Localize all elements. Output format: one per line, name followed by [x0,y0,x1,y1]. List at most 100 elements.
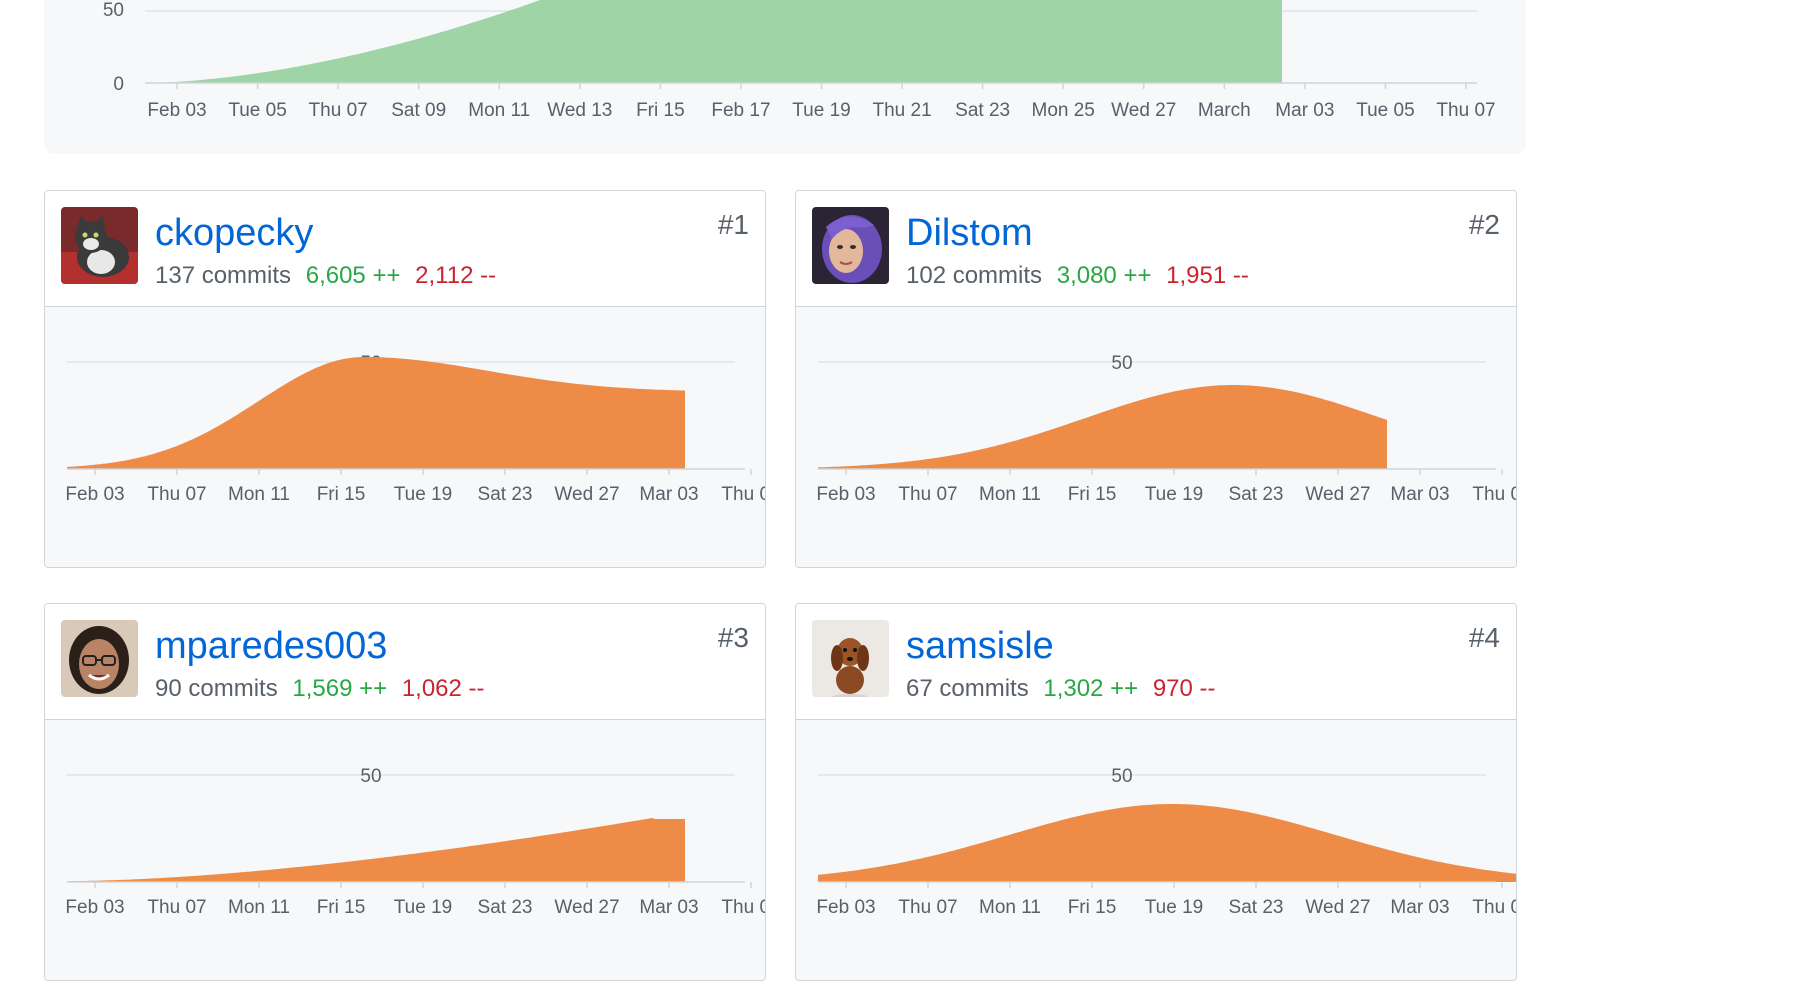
additions-count: 1,569 ++ [292,675,388,702]
additions-count: 6,605 ++ [305,262,401,289]
x-tick-label: Tue 19 [1145,897,1203,918]
overview-area [145,0,1282,83]
x-tick-label: Thu 07 [721,484,766,505]
contributor-chart-svg: 50Feb 03Thu 07Mon 11Fri 15Tue 19Sat 23We… [816,353,1517,505]
x-tick-label: Mon 11 [228,897,290,918]
x-tick-label: Mar 03 [1275,100,1334,121]
contributor-rank: #3 [717,622,749,653]
y-tick-label: 0 [113,74,124,95]
commit-count[interactable]: 67 commits [906,675,1029,702]
commits-overview-chart: 50 0 Feb 03 Tue 05 Thu 07 Sat 09 Mon 11 Wed 13 F… [44,0,1526,154]
contributor-username-link[interactable]: mparedes003 [155,624,387,668]
x-tick-label: Feb 03 [65,897,124,918]
contributor-area [67,357,685,469]
x-tick-label: Fri 15 [317,897,366,918]
x-tick-label: Feb 03 [65,484,124,505]
contributor-rank: #2 [1468,209,1500,240]
contributor-card-header: ckopecky 137 commits 6,605 ++ 2,112 -- #… [45,191,765,307]
x-tick-label: Mon 11 [468,100,530,121]
y-tick-label: 50 [360,766,381,787]
x-tick-label: Mar 03 [639,897,698,918]
x-tick-label: Sat 23 [1229,484,1284,505]
x-tick-label: Sat 23 [1229,897,1284,918]
x-tick-label: Mar 03 [639,484,698,505]
contributor-username-link[interactable]: samsisle [906,624,1054,668]
x-tick-label: Wed 27 [554,484,619,505]
contributor-commit-chart: 50 Feb 03 Thu 07 Mon 11 Fri 15 Tue 19 Sat 23 We… [45,720,765,980]
contributor-card: ckopecky 137 commits 6,605 ++ 2,112 -- #… [44,190,766,568]
y-tick-label: 50 [1111,766,1132,787]
contributor-chart-svg: 50 Feb 03 Thu 07 Mon 11 Fri 15 Tue 19 Sat 23 We… [65,766,766,918]
x-tick-label: Tue 19 [394,897,452,918]
y-tick-label: 50 [1111,353,1132,374]
x-tick-label: Feb 03 [147,100,206,121]
x-tick-label: Sat 23 [478,897,533,918]
x-tick-label: Wed 27 [1305,484,1370,505]
commit-count[interactable]: 137 commits [155,262,291,289]
x-tick-label: Thu 07 [898,484,957,505]
contributor-stats: 102 commits 3,080 ++ 1,951 -- [906,261,1249,291]
contributor-card-header: mparedes003 90 commits 1,569 ++ 1,062 --… [45,604,765,720]
contributor-area [67,818,685,882]
x-tick-label: Wed 27 [1111,100,1176,121]
x-tick-label: Mar 03 [1390,484,1449,505]
x-tick-label: Fri 15 [317,484,366,505]
x-tick-label: Mar 03 [1390,897,1449,918]
x-tick-label: Tue 19 [792,100,850,121]
x-tick-label: Wed 13 [547,100,612,121]
contributor-username-link[interactable]: ckopecky [155,211,313,255]
contributor-username-link[interactable]: Dilstom [906,211,1033,255]
contributor-area [818,385,1387,469]
contributor-stats: 67 commits 1,302 ++ 970 -- [906,674,1216,704]
contributor-stats: 137 commits 6,605 ++ 2,112 -- [155,261,496,291]
x-tick-label: Wed 27 [554,897,619,918]
x-tick-label: Sat 23 [478,484,533,505]
x-tick-label: Fri 15 [636,100,685,121]
contributor-card-header: samsisle 67 commits 1,302 ++ 970 -- #4 [796,604,1516,720]
commit-count[interactable]: 102 commits [906,262,1042,289]
x-tick-label: Thu 07 [147,897,206,918]
person-avatar-icon[interactable] [61,620,138,697]
x-tick-label: Mon 11 [228,484,290,505]
contributor-card: samsisle 67 commits 1,302 ++ 970 -- #4 5… [795,603,1517,981]
x-tick-label: Thu 07 [898,897,957,918]
x-tick-label: Fri 15 [1068,897,1117,918]
x-tick-label: Tue 19 [394,484,452,505]
person-avatar-icon[interactable] [812,207,889,284]
x-tick-label: Thu 07 [1472,484,1517,505]
contributor-commit-chart: 50Feb 03Thu 07Mon 11Fri 15Tue 19Sat 23We… [796,307,1516,567]
contributor-card: Dilstom 102 commits 3,080 ++ 1,951 -- #2… [795,190,1517,568]
additions-count: 3,080 ++ [1056,262,1152,289]
x-tick-label: Feb 03 [816,484,875,505]
contributor-rank: #1 [717,209,749,240]
x-tick-label: Mon 25 [1032,100,1095,121]
x-tick-label: Thu 07 [309,100,368,121]
x-tick-label: Mon 11 [979,897,1041,918]
contributor-stats: 90 commits 1,569 ++ 1,062 -- [155,674,485,704]
contributor-commit-chart: 50 Feb 03 Thu 07 Mon 11 Fri 15 Tue 19 Sat 23 We… [796,720,1516,980]
commit-count[interactable]: 90 commits [155,675,278,702]
x-tick-label: Feb 03 [816,897,875,918]
deletions-count: 1,062 -- [401,675,485,702]
x-tick-label: Thu 07 [721,897,766,918]
y-tick-label: 50 [103,0,124,21]
contributor-card-header: Dilstom 102 commits 3,080 ++ 1,951 -- #2 [796,191,1516,307]
contributor-commit-chart: 50Feb 03Thu 07Mon 11Fri 15Tue 19Sat 23We… [45,307,765,567]
additions-count: 1,302 ++ [1043,675,1139,702]
x-tick-label: Thu 07 [1436,100,1495,121]
contributor-chart-svg: 50Feb 03Thu 07Mon 11Fri 15Tue 19Sat 23We… [65,353,766,505]
contributor-area [818,804,1516,882]
overview-chart-svg: 50 0 Feb 03 Tue 05 Thu 07 Sat 09 Mon 11 Wed 13 F… [103,0,1496,121]
dog-avatar-icon[interactable] [812,620,889,697]
x-tick-label: Tue 19 [1145,484,1203,505]
x-tick-label: Wed 27 [1305,897,1370,918]
contributor-rank: #4 [1468,622,1500,653]
x-tick-label: Sat 09 [391,100,446,121]
x-tick-label: Mon 11 [979,484,1041,505]
x-tick-label: Thu 07 [147,484,206,505]
x-tick-label: Tue 05 [228,100,286,121]
contributor-chart-svg: 50 Feb 03 Thu 07 Mon 11 Fri 15 Tue 19 Sat 23 We… [816,766,1516,918]
x-tick-label: Tue 05 [1356,100,1414,121]
cat-avatar-icon[interactable] [61,207,138,284]
x-tick-label: Feb 17 [711,100,770,121]
